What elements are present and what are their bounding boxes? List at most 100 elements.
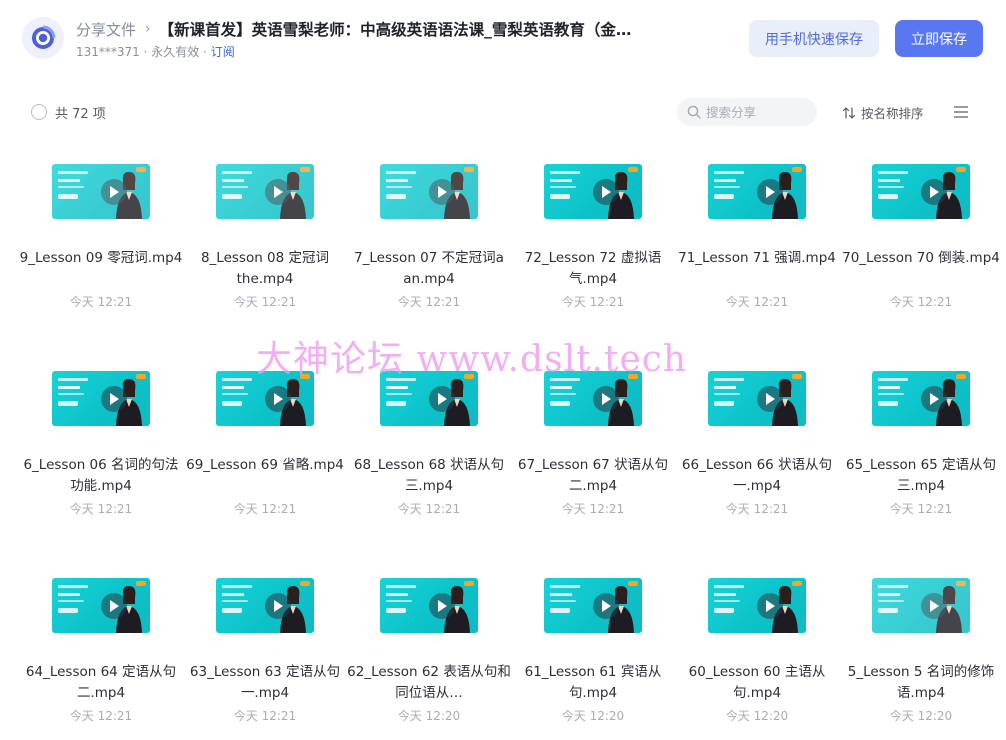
video-thumbnail[interactable] [544, 578, 642, 633]
play-icon [265, 179, 291, 205]
file-time: 今天 12:21 [69, 502, 133, 516]
file-name: 72_Lesson 72 虚拟语气.mp4 [524, 250, 662, 287]
file-item[interactable]: 9_Lesson 09 零冠词.mp4 今天 12:21 [19, 156, 183, 326]
video-thumbnail[interactable] [708, 164, 806, 219]
file-item[interactable]: 61_Lesson 61 宾语从句.mp4 今天 12:20 [511, 570, 675, 740]
subscribe-link[interactable]: 订阅 [211, 45, 235, 59]
file-time: 今天 12:21 [561, 295, 625, 309]
file-time: 今天 12:20 [889, 709, 953, 723]
play-icon [757, 593, 783, 619]
share-meta: 131***371 · 永久有效 · 订阅 [76, 43, 235, 60]
file-name: 71_Lesson 71 强调.mp4 [678, 250, 836, 266]
file-name: 6_Lesson 06 名词的句法功能.mp4 [23, 457, 179, 494]
file-item[interactable]: 5_Lesson 5 名词的修饰语.mp4 今天 12:20 [839, 570, 1003, 740]
file-name: 60_Lesson 60 主语从句.mp4 [688, 664, 826, 701]
file-time: 今天 12:20 [725, 709, 789, 723]
video-thumbnail[interactable] [380, 578, 478, 633]
file-time: 今天 12:21 [233, 502, 297, 516]
file-name: 8_Lesson 08 定冠词 the.mp4 [200, 250, 330, 287]
file-time: 今天 12:21 [889, 502, 953, 516]
play-icon [429, 593, 455, 619]
file-name: 63_Lesson 63 定语从句 一.mp4 [189, 664, 341, 701]
file-name: 61_Lesson 61 宾语从句.mp4 [524, 664, 662, 701]
file-time: 今天 12:21 [233, 295, 297, 309]
file-item[interactable]: 66_Lesson 66 状语从句 一.mp4 今天 12:21 [675, 363, 839, 533]
play-icon [921, 179, 947, 205]
sort-button[interactable]: 按名称排序 [842, 103, 924, 122]
play-icon [921, 593, 947, 619]
file-item[interactable]: 67_Lesson 67 状语从句 二.mp4 今天 12:21 [511, 363, 675, 533]
file-time: 今天 12:21 [69, 709, 133, 723]
select-all-checkbox[interactable] [31, 104, 47, 120]
file-time: 今天 12:21 [69, 295, 133, 309]
video-thumbnail[interactable] [872, 164, 970, 219]
file-time: 今天 12:21 [397, 295, 461, 309]
share-logo-icon [22, 17, 64, 59]
file-item[interactable]: 69_Lesson 69 省略.mp4 今天 12:21 [183, 363, 347, 533]
play-icon [921, 386, 947, 412]
play-icon [593, 386, 619, 412]
video-thumbnail[interactable] [380, 371, 478, 426]
video-thumbnail[interactable] [52, 164, 150, 219]
video-thumbnail[interactable] [380, 164, 478, 219]
file-time: 今天 12:21 [889, 295, 953, 309]
file-item[interactable]: 7_Lesson 07 不定冠词a an.mp4 今天 12:21 [347, 156, 511, 326]
search-input[interactable] [706, 104, 806, 120]
play-icon [757, 386, 783, 412]
file-name: 7_Lesson 07 不定冠词a an.mp4 [354, 250, 504, 287]
video-thumbnail[interactable] [708, 578, 806, 633]
file-item[interactable]: 8_Lesson 08 定冠词 the.mp4 今天 12:21 [183, 156, 347, 326]
share-meta-text: 131***371 · 永久有效 · [76, 45, 211, 59]
file-item[interactable]: 62_Lesson 62 表语从句和同位语从… 今天 12:20 [347, 570, 511, 740]
phone-save-button[interactable]: 用手机快速保存 [749, 20, 879, 57]
file-time: 今天 12:21 [725, 295, 789, 309]
item-count: 共 72 项 [55, 107, 106, 122]
play-icon [593, 179, 619, 205]
video-thumbnail[interactable] [872, 371, 970, 426]
play-icon [429, 179, 455, 205]
file-time: 今天 12:21 [725, 502, 789, 516]
file-name: 66_Lesson 66 状语从句 一.mp4 [681, 457, 833, 494]
breadcrumb-separator: › [145, 21, 151, 37]
video-thumbnail[interactable] [872, 578, 970, 633]
file-item[interactable]: 6_Lesson 06 名词的句法功能.mp4 今天 12:21 [19, 363, 183, 533]
file-name: 9_Lesson 09 零冠词.mp4 [19, 250, 183, 266]
video-thumbnail[interactable] [52, 371, 150, 426]
play-icon [593, 593, 619, 619]
video-thumbnail[interactable] [216, 371, 314, 426]
save-now-button[interactable]: 立即保存 [895, 20, 983, 57]
video-thumbnail[interactable] [708, 371, 806, 426]
video-thumbnail[interactable] [544, 164, 642, 219]
breadcrumb-root[interactable]: 分享文件 [76, 19, 136, 40]
sort-label: 按名称排序 [861, 106, 924, 121]
menu-icon [954, 106, 968, 118]
video-thumbnail[interactable] [216, 578, 314, 633]
file-name: 68_Lesson 68 状语从句 三.mp4 [353, 457, 505, 494]
play-icon [101, 179, 127, 205]
search-icon [687, 105, 701, 119]
file-item[interactable]: 68_Lesson 68 状语从句 三.mp4 今天 12:21 [347, 363, 511, 533]
play-icon [101, 386, 127, 412]
file-item[interactable]: 60_Lesson 60 主语从句.mp4 今天 12:20 [675, 570, 839, 740]
play-icon [757, 179, 783, 205]
file-time: 今天 12:20 [561, 709, 625, 723]
view-menu-button[interactable] [953, 104, 969, 123]
header-bar: 分享文件 › 【新课首发】英语雪梨老师：中高级英语语法课_雪梨英语教育（金… 1… [0, 0, 1006, 80]
file-name: 64_Lesson 64 定语从句 二.mp4 [25, 664, 177, 701]
file-item[interactable]: 65_Lesson 65 定语从句 三.mp4 今天 12:21 [839, 363, 1003, 533]
file-name: 70_Lesson 70 倒装.mp4 [842, 250, 1000, 266]
file-item[interactable]: 64_Lesson 64 定语从句 二.mp4 今天 12:21 [19, 570, 183, 740]
file-item[interactable]: 71_Lesson 71 强调.mp4 今天 12:21 [675, 156, 839, 326]
file-item[interactable]: 63_Lesson 63 定语从句 一.mp4 今天 12:21 [183, 570, 347, 740]
file-name: 62_Lesson 62 表语从句和同位语从… [347, 664, 511, 701]
video-thumbnail[interactable] [216, 164, 314, 219]
video-thumbnail[interactable] [52, 578, 150, 633]
file-item[interactable]: 70_Lesson 70 倒装.mp4 今天 12:21 [839, 156, 1003, 326]
play-icon [265, 593, 291, 619]
file-time: 今天 12:20 [397, 709, 461, 723]
file-name: 5_Lesson 5 名词的修饰语.mp4 [847, 664, 995, 701]
file-item[interactable]: 72_Lesson 72 虚拟语气.mp4 今天 12:21 [511, 156, 675, 326]
video-thumbnail[interactable] [544, 371, 642, 426]
search-box[interactable] [677, 98, 817, 126]
play-icon [265, 386, 291, 412]
